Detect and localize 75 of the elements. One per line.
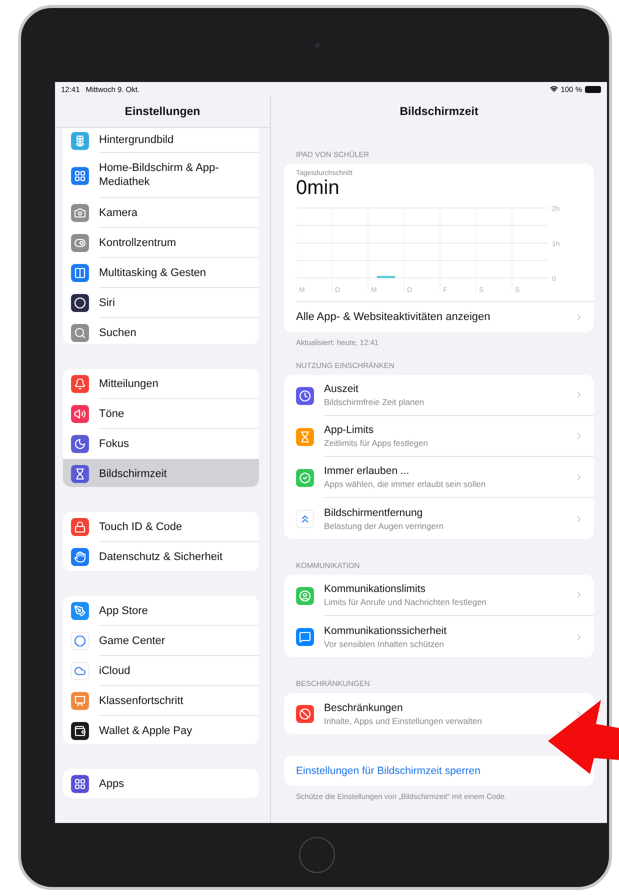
row-title: Immer erlauben ... [324, 465, 410, 477]
lock-settings-link[interactable]: Einstellungen für Bildschirmzeit sperren [284, 756, 594, 786]
item-label: Home-Bildschirm & App-Mediathek [99, 161, 220, 190]
grid-icon [74, 170, 86, 182]
flower-icon [74, 134, 86, 147]
camera-icon [74, 207, 86, 220]
lock-icon [74, 521, 86, 534]
item-label: Siri [99, 296, 116, 310]
item-label: Touch ID & Code [99, 520, 184, 534]
wallet-icon [74, 725, 86, 738]
item-label: Kamera [99, 206, 139, 220]
item-label: Apps [99, 776, 126, 791]
row-subtitle: Belastung der Augen verringern [324, 520, 444, 530]
sidebar-item[interactable]: Bildschirmzeit [63, 459, 259, 488]
row-title: Beschränkungen [324, 702, 404, 714]
item-label: Fokus [99, 437, 130, 452]
row-subtitle: Apps wählen, die immer erlaubt sein sollen [324, 479, 486, 489]
toggle-icon [74, 237, 86, 250]
prohibited-icon [299, 708, 311, 720]
row-title: Bildschirmentfernung [324, 506, 424, 518]
speech-bubble-icon [299, 630, 311, 642]
speaker-icon [74, 408, 86, 420]
row-title: App-Limits [324, 424, 375, 436]
search-icon [74, 327, 86, 340]
hourglass-icon [74, 468, 86, 480]
item-label: Game Center [99, 634, 166, 648]
hourglass-icon [299, 430, 311, 442]
item-label: Töne [99, 406, 126, 421]
row-title: Auszeit [324, 383, 360, 395]
usage-value: 0min [295, 177, 340, 200]
item-label: Multitasking & Gesten [99, 266, 207, 280]
activity-link[interactable]: Alle App- & Websiteaktivitäten anzeigen [296, 301, 594, 332]
battery-icon [585, 86, 601, 92]
settings-row[interactable]: Kommunikationssicherheit Vor sensiblen Inhalten schützen [284, 616, 594, 657]
item-label: Kontrollzentrum [99, 236, 178, 250]
person-icon [299, 590, 311, 602]
row-subtitle: Bildschirmfreie Zeit planen [324, 397, 424, 407]
grid-icon [74, 778, 86, 790]
moon-icon [74, 438, 86, 450]
settings-row[interactable]: Kommunikationslimits Limits für Anrufe und Nachrichten festlegen [284, 575, 594, 616]
clock-icon [299, 390, 311, 402]
pen-icon [74, 605, 86, 618]
row-subtitle: Inhalte, Apps und Einstellungen verwalten [324, 716, 482, 726]
row-subtitle: Vor sensiblen Inhalten schützen [324, 638, 446, 648]
item-label: Mitteilungen [99, 376, 160, 391]
panels-icon [74, 267, 86, 280]
item-label: Wallet & Apple Pay [99, 724, 194, 738]
hand-icon [74, 551, 86, 564]
item-label: iCloud [99, 664, 132, 678]
orb-icon [74, 297, 86, 310]
settings-row[interactable]: Bildschirmentfernung Belastung der Augen verringern [284, 498, 594, 539]
camera-dot [314, 42, 320, 48]
chevrons-up-icon [299, 512, 311, 524]
page-title: Bildschirmzeit [398, 105, 480, 120]
item-label: Suchen [99, 326, 138, 340]
row-title: Kommunikationssicherheit [324, 624, 447, 636]
bell-icon [74, 378, 86, 390]
item-label: Datenschutz & Sicherheit [99, 550, 224, 564]
bubble-icon [74, 635, 86, 648]
item-label: Klassenfortschritt [99, 694, 184, 708]
check-badge-icon [299, 472, 311, 484]
board-icon [74, 695, 86, 708]
item-label: App Store [99, 604, 149, 618]
row-subtitle: Limits für Anrufe und Nachrichten festlegen [324, 597, 487, 607]
home-button[interactable] [299, 837, 335, 873]
wifi-icon [550, 85, 558, 93]
row-subtitle: Zeitlimits für Apps festlegen [324, 438, 428, 448]
settings-row[interactable]: App-Limits Zeitlimits für Apps festlegen [284, 416, 594, 457]
row-title: Kommunikationslimits [324, 583, 427, 595]
item-label: Hintergrundbild [99, 133, 175, 148]
cloud-icon [74, 665, 86, 678]
settings-row[interactable]: Immer erlauben ... Apps wählen, die immer erlaubt sein sollen [284, 457, 594, 498]
item-label: Bildschirmzeit [99, 467, 168, 482]
chart-bar [377, 276, 395, 278]
settings-row[interactable]: Auszeit Bildschirmfreie Zeit planen [284, 375, 594, 416]
